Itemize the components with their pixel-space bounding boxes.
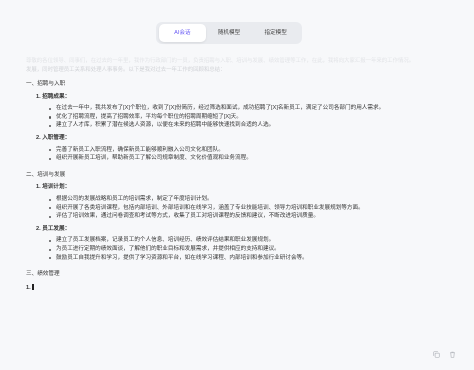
subsection-heading: 1. 培训计划： xyxy=(36,184,71,191)
mode-tab-bar: AI会话 随机模型 指定模型 xyxy=(156,22,302,44)
current-line[interactable]: 1. xyxy=(26,283,458,293)
text-cursor xyxy=(31,283,34,290)
bullet-list: 建立了员工发展档案，记录员工的个人信息、培训经历、绩效评估结果和职业发展规划。 … xyxy=(26,236,458,262)
section-heading: 三、绩效管理 xyxy=(26,271,60,278)
tab-specified-model[interactable]: 指定模型 xyxy=(252,24,299,42)
list-item: 完善了新员工入职流程，确保新员工能够顺利融入公司文化和团队。 xyxy=(49,146,458,155)
editor-panel: AI会话 随机模型 指定模型 尊敬的各位领导、同事们，在过去的一年里，我作为行政… xyxy=(0,0,474,370)
list-item: 评估了培训效果，通过问卷调查和考试等方式，收集了员工对培训课程的反馈和建议，不断… xyxy=(49,212,458,221)
copy-icon[interactable] xyxy=(433,345,440,358)
tab-ai-chat[interactable]: AI会话 xyxy=(159,24,206,42)
subsection-heading: 1. 招聘成果： xyxy=(36,93,71,100)
bullet-list: 完善了新员工入职流程，确保新员工能够顺利融入公司文化和团队。 组织开展新员工培训… xyxy=(26,146,458,163)
list-item: 鼓励员工自我提升和学习，提供了学习资源和平台，如在线学习课程、内部培训和参加行业… xyxy=(49,254,458,263)
bottom-actions xyxy=(433,345,456,358)
list-item: 为员工进行定期的绩效面谈，了解他们的职业目标和发展需求，并提供相应的支持和建议。 xyxy=(49,245,458,254)
section-heading: 一、招聘与入职 xyxy=(26,81,66,87)
line-number: 1. xyxy=(26,284,31,291)
list-item: 建立了员工发展档案，记录员工的个人信息、培训经历、绩效评估结果和职业发展规划。 xyxy=(49,236,458,245)
subsection-heading: 2. 员工发展： xyxy=(36,225,71,232)
list-item: 根据公司的发展战略和员工的培训需求，制定了年度培训计划。 xyxy=(49,195,458,204)
bullet-list: 在过去一年中，我共发布了[X]个职位，收到了[X]份简历，经过筛选和面试，成功招… xyxy=(26,104,458,130)
list-item: 在过去一年中，我共发布了[X]个职位，收到了[X]份简历，经过筛选和面试，成功招… xyxy=(49,104,458,113)
subsection-heading: 2. 入职管理： xyxy=(36,134,71,141)
intro-line: 发展，同时管理员工关系和处理人事事务。以下是我对过去一年工作的回顾和总结： xyxy=(26,66,226,73)
tab-random-model[interactable]: 随机模型 xyxy=(206,24,253,42)
document-body[interactable]: 一、招聘与入职 1. 招聘成果： 在过去一年中，我共发布了[X]个职位，收到了[… xyxy=(26,80,458,292)
list-item: 优化了招聘流程，提高了招聘效率，平均每个职位的招聘周期缩短了[X]天。 xyxy=(49,113,458,122)
intro-line: 尊敬的各位领导、同事们，在过去的一年里，我作为行政部门的一员，负责招聘与入职、培… xyxy=(26,58,415,64)
bullet-list: 根据公司的发展战略和员工的培训需求，制定了年度培训计划。 组织开展了各类培训课程… xyxy=(26,195,458,221)
list-item: 建立了人才库，积累了潜在候选人资源，以便在未来的招聘中能够快速找到合适的人选。 xyxy=(49,121,458,130)
intro-paragraph: 尊敬的各位领导、同事们，在过去的一年里，我作为行政部门的一员，负责招聘与入职、培… xyxy=(26,57,446,74)
trash-icon[interactable] xyxy=(449,345,456,358)
list-item: 组织开展新员工培训，帮助新员工了解公司规章制度、文化价值观和业务流程。 xyxy=(49,154,458,163)
section-heading: 二、培训与发展 xyxy=(26,171,66,178)
list-item: 组织开展了各类培训课程，包括内部培训、外部培训和在线学习，涵盖了专业技能培训、领… xyxy=(49,204,458,213)
